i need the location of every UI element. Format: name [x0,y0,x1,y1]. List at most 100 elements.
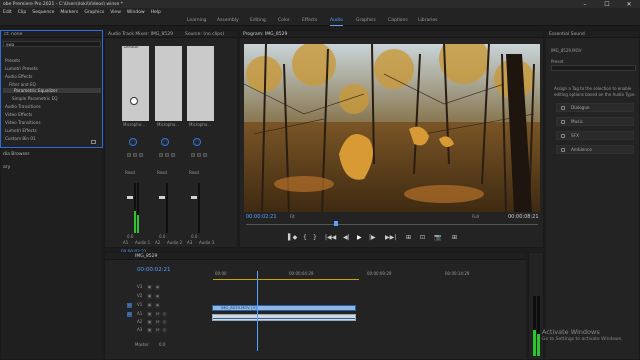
menu-sequence[interactable]: Sequence [32,10,54,15]
tree-item-lumetri-presets[interactable]: Lumetri Presets [5,66,38,71]
close-button[interactable]: ✕ [618,0,640,8]
workspace-assembly[interactable]: Assembly [217,18,239,23]
tree-item-simple-parametric-eq[interactable]: Simple Parametric EQ [12,96,58,101]
tree-item-parametric-equalizer[interactable]: Parametric Equalizer [3,88,101,93]
maximize-button[interactable]: ☐ [596,0,618,8]
mute-button-2[interactable] [159,153,163,157]
music-button[interactable]: Music [556,117,634,126]
tree-item-filter-eq[interactable]: Filter and EQ [9,82,36,87]
volume-fader-3[interactable] [191,196,197,199]
effect-rack-3[interactable] [187,46,214,121]
program-scrubber[interactable] [246,224,538,225]
go-to-out-button[interactable]: ▶▶| [385,234,396,241]
menu-help[interactable]: Help [151,10,161,15]
lock-icon[interactable]: ▣ [147,294,152,299]
workspace-effects[interactable]: Effects [302,18,317,23]
media-browser-tab[interactable]: dia Browser [3,152,30,157]
comparison-view-button[interactable]: ⊞ [452,234,457,241]
db-value-1[interactable]: 0.0 [127,234,133,239]
lock-icon[interactable]: ▣ [147,303,152,308]
source-patch-a1[interactable]: A1 [127,312,132,317]
workspace-captions[interactable]: Captions [388,18,408,23]
pan-knob-1[interactable] [129,138,137,146]
db-value-3[interactable]: 0.0 [191,234,197,239]
audio-clip[interactable] [212,314,356,321]
solo-button-3[interactable] [197,153,201,157]
dialogue-button[interactable]: Dialogue [556,103,634,112]
fit-dropdown[interactable]: Fit [290,214,295,219]
add-marker-button[interactable]: ▌◆ [288,234,297,241]
new-bin-icon[interactable] [91,140,96,144]
menu-view[interactable]: View [110,10,121,15]
tree-item-lumetri-effects[interactable]: Lumetri Effects [5,128,37,133]
read-mode-3[interactable]: Read [189,170,199,175]
program-timecode[interactable]: 00:00:02:21 [246,214,277,220]
video-clip[interactable]: IMG_8529.MOV [V] [212,305,356,311]
menu-graphics[interactable]: Graphics [84,10,104,15]
sync-icon[interactable]: ◉ [155,294,160,299]
tree-item-audio-effects[interactable]: Audio Effects [5,74,32,79]
work-area-bar[interactable] [213,279,359,280]
volume-fader-1[interactable] [127,196,133,199]
lock-icon[interactable]: ▣ [147,328,152,333]
volume-fader-2[interactable] [159,196,165,199]
db-value-2[interactable]: 0.0 [159,234,165,239]
workspace-libraries[interactable]: Libraries [418,18,437,23]
mute-icon[interactable]: M [155,320,160,325]
step-back-button[interactable]: ◀| [343,234,350,241]
program-playhead[interactable] [334,221,338,226]
mixer-tab[interactable]: Audio Track Mixer: IMG_8529 [108,31,173,37]
lock-icon[interactable]: ▣ [147,320,152,325]
export-frame-button[interactable]: 📷 [434,234,441,241]
mute-icon[interactable]: M [155,328,160,333]
timeline-tab[interactable]: IMG_8529 [105,253,526,260]
timeline-timecode[interactable]: 00:00:02:21 [137,267,171,273]
preset-dropdown[interactable] [551,65,636,71]
record-button-2[interactable] [171,153,175,157]
solo-icon[interactable]: S [162,328,167,333]
source-tab[interactable]: Source: (no clips) [185,31,224,37]
effect-rack-1[interactable] [122,46,149,121]
workspace-color[interactable]: Color [278,18,290,23]
quality-dropdown[interactable]: Full [472,214,479,219]
mute-button-3[interactable] [191,153,195,157]
play-button[interactable]: ▶ [357,234,362,241]
effects-search-input[interactable]: ewa [3,41,101,47]
program-video-frame[interactable] [244,44,540,212]
minimize-button[interactable]: – [574,0,596,8]
solo-button-1[interactable] [133,153,137,157]
workspace-graphics[interactable]: Graphics [356,18,376,23]
workspace-audio[interactable]: Audio [330,18,343,26]
tree-item-video-transitions[interactable]: Video Transitions [5,120,41,125]
lock-icon[interactable]: ▣ [147,285,152,290]
pan-knob-3[interactable] [193,138,201,146]
sync-icon[interactable]: ◉ [155,285,160,290]
solo-icon[interactable]: S [162,320,167,325]
menu-markers[interactable]: Markers [60,10,78,15]
step-forward-button[interactable]: |▶ [369,234,376,241]
workspace-editing[interactable]: Editing [250,18,266,23]
lift-button[interactable]: ⊞ [406,234,411,241]
tree-item-audio-transitions[interactable]: Audio Transitions [5,104,41,109]
menu-edit[interactable]: Edit [3,10,12,15]
record-button-3[interactable] [203,153,207,157]
essential-sound-tab[interactable]: Essential Sound [546,31,639,38]
solo-button-2[interactable] [165,153,169,157]
timeline-playhead[interactable] [257,271,258,351]
record-button-1[interactable] [139,153,143,157]
effects-panel-tab[interactable]: ct: none [1,31,102,38]
library-tab[interactable]: ary [3,165,10,170]
ambience-button[interactable]: Ambience [556,145,634,154]
menu-clip[interactable]: Clip [18,10,27,15]
tree-item-video-effects[interactable]: Video Effects [5,112,32,117]
read-mode-2[interactable]: Read [157,170,167,175]
master-value[interactable]: 0.0 [159,342,165,347]
tree-item-presets[interactable]: Presets [5,58,20,63]
mute-button-1[interactable] [127,153,131,157]
mark-in-button[interactable]: { [303,234,307,241]
program-tab[interactable]: Program: IMG_8529 [240,31,543,38]
menu-window[interactable]: Window [127,10,145,15]
solo-icon[interactable]: S [162,312,167,317]
tree-item-custom-bin[interactable]: Custom Bin 01 [5,136,36,141]
effect-rack-2[interactable] [155,46,182,121]
